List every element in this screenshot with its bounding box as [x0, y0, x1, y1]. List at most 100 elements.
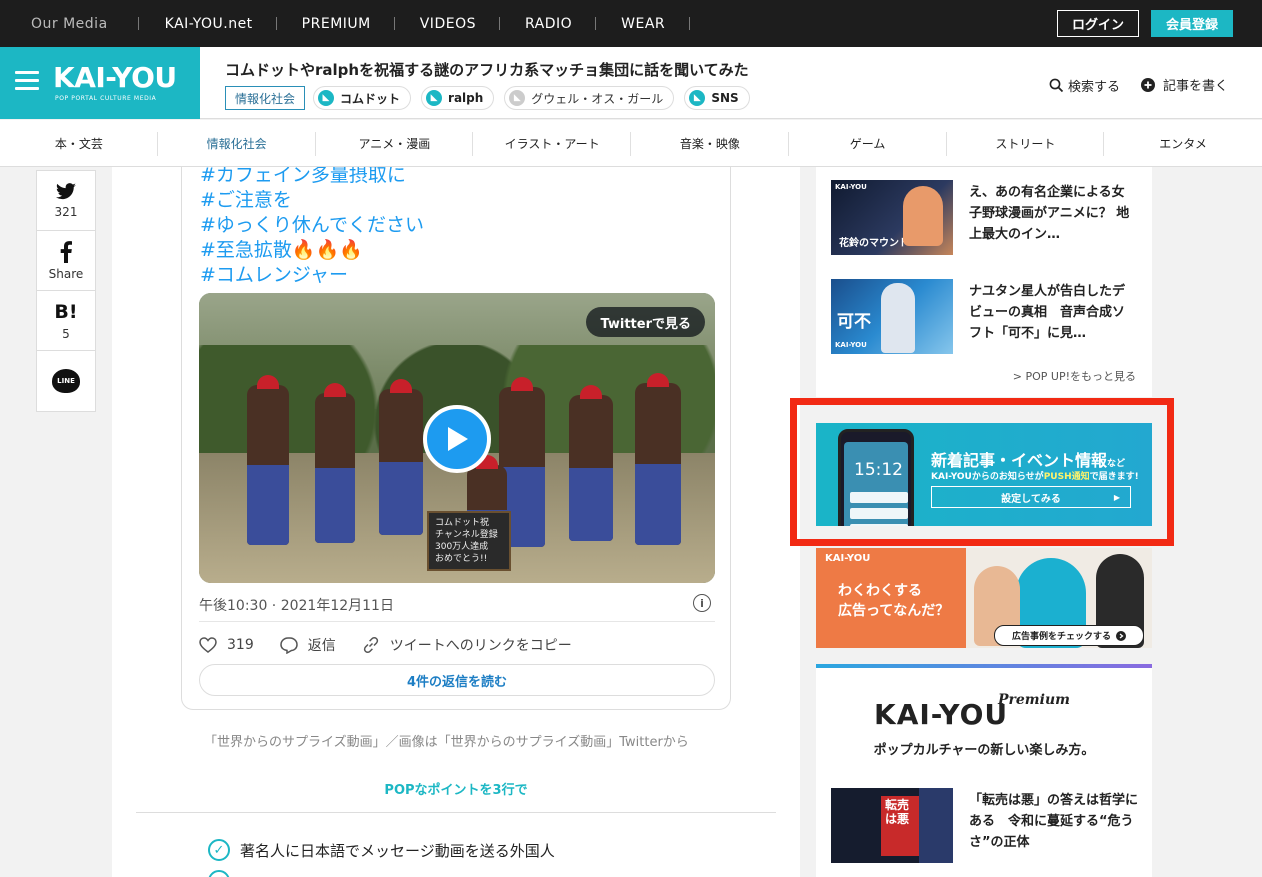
copy-link-button[interactable]: ツイートへのリンクをコピー [362, 635, 572, 655]
article-body: #カフェイン多量摂取に #ご注意を #ゆっくり休んでください #至急拡散🔥🔥🔥 … [112, 167, 800, 877]
category-street[interactable]: ストリート [947, 120, 1105, 166]
tag-icon: ◣ [689, 90, 706, 106]
separator [689, 17, 691, 30]
popup-thumbnail[interactable]: KAI-YOU 花鈴のマウンド [831, 180, 953, 255]
category-information-society[interactable]: 情報化社会 [158, 120, 316, 166]
top-nav-wear[interactable]: WEAR [621, 16, 665, 32]
popup-article-title[interactable]: え、あの有名企業による女子野球漫画がアニメに？ 地上最大のイン… [969, 182, 1135, 245]
play-icon [448, 427, 468, 451]
share-hatena[interactable]: B! 5 [37, 291, 95, 351]
search-link[interactable]: 検索する [1049, 76, 1120, 95]
hamburger-menu-icon[interactable] [15, 71, 39, 91]
register-button[interactable]: 会員登録 [1151, 10, 1233, 37]
divider [199, 621, 715, 622]
highlight-frame [790, 398, 1174, 546]
premium-card: KAI-YOU Premium ポップカルチャーの新しい楽しみ方。 転売は悪 「… [816, 664, 1152, 877]
premium-script-logo: Premium [998, 692, 1070, 708]
popup-thumbnail[interactable]: KAI-YOU 可不 [831, 279, 953, 354]
separator [498, 17, 500, 30]
login-button[interactable]: ログイン [1057, 10, 1139, 37]
tag-comdot[interactable]: ◣ コムドット [313, 86, 412, 110]
popup-article-item[interactable]: KAI-YOU 花鈴のマウンド え、あの有名企業による女子野球漫画がアニメに？ … [831, 180, 1137, 256]
top-nav-radio[interactable]: RADIO [525, 16, 572, 32]
video-person [569, 385, 613, 541]
check-icon: ✓ [208, 839, 230, 861]
ad-text-line: 広告ってなんだ？ [838, 603, 950, 619]
heart-icon [199, 637, 217, 653]
info-icon[interactable]: i [693, 594, 711, 612]
write-article-link[interactable]: 記事を書く [1141, 75, 1228, 94]
tweet-timestamp[interactable]: 午後10:30 · 2021年12月11日 [199, 595, 394, 615]
share-twitter[interactable]: 321 [37, 171, 95, 231]
hashtag[interactable]: #カフェイン多量摂取に [200, 167, 424, 188]
site-logo[interactable]: KAI-YOU [53, 61, 177, 94]
thumb-logo: KAI-YOU [835, 341, 867, 349]
ad-cta-button[interactable]: 広告事例をチェックする [994, 625, 1144, 646]
tag-icon: ◣ [318, 90, 335, 106]
logo-area[interactable]: KAI-YOU POP PORTAL CULTURE MEDIA [0, 47, 200, 119]
sign-line: 300万人達成 [435, 542, 489, 552]
hashtag[interactable]: #ご注意を [200, 188, 424, 213]
popup-more-link[interactable]: > POP UP!をもっと見る [1013, 368, 1136, 384]
line-icon-label: LINE [57, 377, 75, 385]
line-icon: LINE [52, 369, 80, 393]
separator [595, 17, 597, 30]
pop-point-item: ✓ 著名人に日本語でメッセージ動画を送る外国人 [208, 839, 555, 861]
site-logo-tagline: POP PORTAL CULTURE MEDIA [55, 95, 157, 102]
top-nav-kai-you-net[interactable]: KAI-YOU.net [165, 16, 253, 32]
category-entame[interactable]: エンタメ [1104, 120, 1262, 166]
facebook-icon [60, 240, 72, 263]
tag-label: グウェル・オス・ガール [531, 91, 664, 106]
tweet-actions: 319 返信 ツイートへのリンクをコピー [199, 630, 598, 660]
premium-article-title[interactable]: 「転売は悪」の答えは哲学にある 令和に蔓延する“危うさ”の正体 [969, 790, 1139, 853]
video-person [247, 375, 289, 545]
tweet-video[interactable]: コムドット祝 チャンネル登録 300万人達成 おめでとう!! Twitterで見… [199, 293, 715, 583]
pop-point-item-partial: ✓ [208, 870, 240, 877]
category-anime-manga[interactable]: アニメ・漫画 [316, 120, 474, 166]
hashtag[interactable]: #ゆっくり休んでください [200, 213, 424, 238]
category-game[interactable]: ゲーム [789, 120, 947, 166]
ad-banner[interactable]: KAI-YOU わくわくする 広告ってなんだ？ 広告事例をチェックする [816, 548, 1152, 648]
top-nav-videos[interactable]: VIDEOS [420, 16, 476, 32]
share-line[interactable]: LINE [37, 351, 95, 411]
search-label: 検索する [1068, 80, 1121, 95]
video-sign: コムドット祝 チャンネル登録 300万人達成 おめでとう!! [427, 511, 511, 571]
tag-sns[interactable]: ◣ SNS [684, 86, 750, 110]
separator [275, 17, 277, 30]
category-music-video[interactable]: 音楽・映像 [631, 120, 789, 166]
premium-article-thumbnail[interactable]: 転売は悪 [831, 788, 953, 863]
separator [393, 17, 395, 30]
read-replies-button[interactable]: 4件の返信を読む [199, 664, 715, 696]
thumb-logo: KAI-YOU [835, 183, 867, 191]
reply-icon [279, 636, 298, 654]
thumb-text: 可不 [837, 312, 871, 332]
pop-points-heading: POPなポイントを3行で [384, 783, 528, 798]
premium-tagline: ポップカルチャーの新しい楽しみ方。 [873, 743, 1095, 758]
article-title[interactable]: コムドットやralphを祝福する謎のアフリカ系マッチョ集団に話を聞いてみた [225, 59, 749, 80]
play-button[interactable] [423, 405, 491, 473]
reply-button[interactable]: 返信 [279, 635, 336, 655]
popup-article-title[interactable]: ナユタン星人が告白したデビューの真相 音声合成ソフト「可不」に見… [969, 281, 1135, 344]
ad-text-line: わくわくする [838, 583, 922, 599]
popup-article-item[interactable]: KAI-YOU 可不 ナユタン星人が告白したデビューの真相 音声合成ソフト「可不… [831, 279, 1137, 355]
site-header: KAI-YOU POP PORTAL CULTURE MEDIA コムドットやr… [0, 47, 1262, 119]
share-facebook[interactable]: Share [37, 231, 95, 291]
view-on-twitter-button[interactable]: Twitterで見る [586, 307, 705, 337]
hashtag[interactable]: #至急拡散🔥🔥🔥 [200, 238, 424, 263]
premium-logo[interactable]: KAI-YOU [874, 698, 1008, 731]
sign-line: チャンネル登録 [435, 530, 498, 540]
tag-label: ralph [448, 91, 484, 105]
primary-tag[interactable]: 情報化社会 [225, 86, 306, 110]
top-nav-our-media[interactable]: Our Media [31, 16, 108, 32]
tag-ralph[interactable]: ◣ ralph [421, 86, 495, 110]
tweet-hashtags: #カフェイン多量摂取に #ご注意を #ゆっくり休んでください #至急拡散🔥🔥🔥 … [200, 167, 424, 288]
link-icon [363, 636, 378, 654]
like-button[interactable]: 319 [199, 637, 254, 653]
category-illust-art[interactable]: イラスト・アート [473, 120, 631, 166]
category-books[interactable]: 本・文芸 [0, 120, 158, 166]
hashtag[interactable]: #コムレンジャー [200, 263, 424, 288]
ad-logo: KAI-YOU [825, 553, 871, 564]
top-nav-premium[interactable]: PREMIUM [302, 16, 371, 32]
tag-gwell-os-girl[interactable]: ◣ グウェル・オス・ガール [504, 86, 675, 110]
hatena-bookmark-icon: B! [54, 300, 78, 323]
